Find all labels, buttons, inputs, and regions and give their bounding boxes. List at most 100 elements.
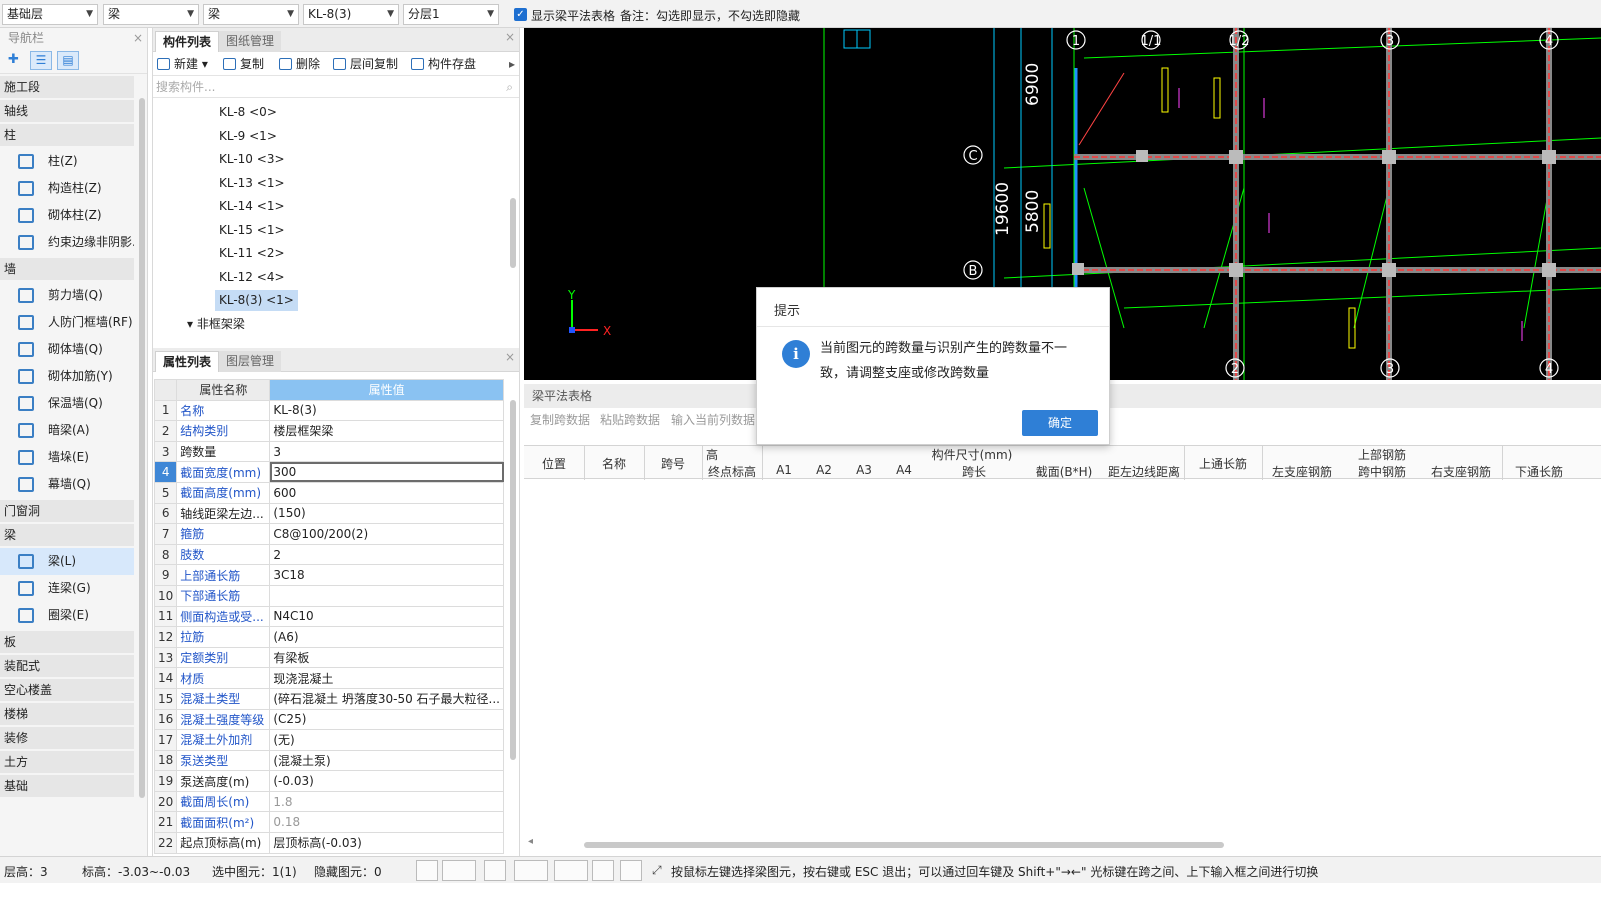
property-value[interactable]: 600 [269, 481, 504, 504]
more-icon[interactable]: ▸ [509, 56, 515, 72]
property-row[interactable]: 5 截面高度(mm) 600 [153, 481, 504, 504]
nav-item[interactable]: 砌体加筋(Y) [0, 363, 134, 390]
ortho-icon[interactable] [416, 860, 438, 881]
property-scrollbar[interactable] [510, 400, 516, 760]
list-view-icon[interactable]: ☰ [30, 51, 52, 70]
close-icon[interactable]: × [133, 28, 143, 48]
select-mode-icon[interactable] [442, 860, 476, 881]
nav-category[interactable]: 空心楼盖 [0, 679, 134, 701]
dynamic-input-icon[interactable] [592, 860, 614, 881]
property-value[interactable]: 3C18 [269, 564, 504, 586]
tab-property-list[interactable]: 属性列表 [155, 351, 220, 372]
component-search[interactable]: 搜索构件... ⌕ [153, 76, 519, 98]
show-table-label[interactable]: 显示梁平法表格 [531, 7, 615, 24]
category-select[interactable]: 梁 ▼ [103, 4, 199, 25]
tree-node[interactable]: KL-11 <2> [215, 243, 289, 264]
nav-item[interactable]: 柱(Z) [0, 148, 134, 175]
nav-item[interactable]: 梁(L) [0, 548, 134, 575]
property-value[interactable]: (混凝土泵) [269, 749, 504, 772]
nav-item[interactable]: 构造柱(Z) [0, 175, 134, 202]
property-row[interactable]: 16 混凝土强度等级 (C25) [153, 708, 504, 731]
type-select[interactable]: 梁 ▼ [203, 4, 299, 25]
nav-category[interactable]: 门窗洞 [0, 500, 134, 522]
input-column-button[interactable]: 输入当前列数据 [671, 408, 755, 432]
property-row[interactable]: 19 泵送高度(m) (-0.03) [153, 770, 504, 792]
nav-category[interactable]: 楼梯 [0, 703, 134, 725]
tree-scrollbar[interactable] [510, 198, 516, 268]
floor-select[interactable]: 基础层 ▼ [2, 4, 98, 25]
property-row[interactable]: 10 下部通长筋 [153, 584, 504, 607]
property-value[interactable]: 现浇混凝土 [269, 667, 504, 689]
property-row[interactable]: 15 混凝土类型 (碎石混凝土 坍落度30-50 石子最大粒径... [153, 687, 504, 710]
property-value[interactable]: (碎石混凝土 坍落度30-50 石子最大粒径... [269, 687, 504, 710]
nav-item[interactable]: 剪力墙(Q) [0, 282, 134, 309]
scroll-left-icon[interactable]: ◂ [528, 836, 533, 847]
nav-item[interactable]: 保温墙(Q) [0, 390, 134, 417]
nav-category[interactable]: 轴线 [0, 100, 134, 122]
property-value[interactable]: 2 [269, 543, 504, 566]
property-row[interactable]: 11 侧面构造或受... N4C10 [153, 605, 504, 628]
property-row[interactable]: 2 结构类别 楼层框架梁 [153, 420, 504, 442]
property-value[interactable]: (-0.03) [269, 770, 504, 792]
copy-span-button[interactable]: 复制跨数据 [530, 408, 590, 432]
property-value[interactable]: (C25) [269, 708, 504, 731]
pin-icon[interactable]: ✚ [8, 52, 19, 67]
property-row[interactable]: 9 上部通长筋 3C18 [153, 564, 504, 586]
search-icon[interactable]: ⌕ [506, 76, 513, 98]
tree-node[interactable]: KL-9 <1> [215, 126, 281, 147]
tree-node[interactable]: KL-10 <3> [215, 149, 289, 170]
property-row[interactable]: 14 材质 现浇混凝土 [153, 667, 504, 689]
property-value[interactable]: (无) [269, 729, 504, 751]
angle-icon[interactable] [514, 860, 548, 881]
nav-category[interactable]: 施工段 [0, 76, 134, 98]
property-value[interactable]: (150) [269, 502, 504, 525]
tab-component-list[interactable]: 构件列表 [155, 31, 220, 52]
property-value[interactable]: KL-8(3) [269, 399, 504, 422]
show-table-checkbox[interactable]: ✓ [514, 8, 527, 21]
tree-node[interactable]: KL-8(3) <1> [215, 290, 298, 311]
tab-layer-manage[interactable]: 图层管理 [219, 351, 282, 372]
close-icon[interactable]: × [505, 30, 515, 44]
property-value[interactable]: 0.18 [269, 811, 504, 834]
nav-item[interactable]: 约束边缘非阴影... [0, 229, 134, 256]
property-value[interactable]: 有梁板 [269, 646, 504, 669]
nav-category[interactable]: 板 [0, 631, 134, 653]
property-row[interactable]: 20 截面周长(m) 1.8 [153, 790, 504, 813]
ok-button[interactable]: 确定 [1022, 410, 1098, 436]
tree-node[interactable]: KL-13 <1> [215, 173, 289, 194]
property-value[interactable]: 3 [269, 440, 504, 463]
property-value[interactable]: 层顶标高(-0.03) [269, 832, 504, 854]
cross-select-icon[interactable] [484, 860, 506, 881]
new-button[interactable]: 新建 ▾ [157, 56, 208, 72]
nav-category[interactable]: 装配式 [0, 655, 134, 677]
component-select[interactable]: KL-8(3) ▼ [303, 4, 399, 25]
nav-item[interactable]: 砌体墙(Q) [0, 336, 134, 363]
nav-item[interactable]: 连梁(G) [0, 575, 134, 602]
floor-copy-button[interactable]: 层间复制 [333, 56, 398, 72]
nav-category[interactable]: 墙 [0, 258, 134, 280]
detail-view-icon[interactable]: ▤ [57, 51, 79, 70]
table-hscrollbar[interactable] [584, 842, 1224, 848]
save-component-button[interactable]: 构件存盘 [411, 56, 476, 72]
nav-category[interactable]: 梁 [0, 524, 134, 546]
property-row[interactable]: 6 轴线距梁左边... (150) [153, 502, 504, 525]
tab-drawing-manage[interactable]: 图纸管理 [219, 31, 282, 52]
property-row[interactable]: 22 起点顶标高(m) 层顶标高(-0.03) [153, 832, 504, 854]
tree-node[interactable]: KL-15 <1> [215, 220, 289, 241]
tree-node[interactable]: KL-12 <4> [215, 267, 289, 288]
copy-button[interactable]: 复制 [223, 56, 264, 72]
property-value[interactable]: 300 [269, 461, 504, 483]
nav-category[interactable]: 基础 [0, 775, 134, 797]
nav-item[interactable]: 砌体柱(Z) [0, 202, 134, 229]
property-row[interactable]: 12 拉筋 (A6) [153, 626, 504, 648]
snap-icon[interactable] [554, 860, 588, 881]
property-row[interactable]: 7 箍筋 C8@100/200(2) [153, 523, 504, 545]
delete-button[interactable]: 删除 [279, 56, 320, 72]
property-row[interactable]: 8 肢数 2 [153, 543, 504, 566]
nav-scrollbar[interactable] [139, 98, 145, 798]
property-value[interactable] [269, 584, 504, 607]
nav-category[interactable]: 装修 [0, 727, 134, 749]
property-value[interactable]: 楼层框架梁 [269, 420, 504, 442]
tree-node[interactable]: KL-14 <1> [215, 196, 289, 217]
nav-item[interactable]: 幕墙(Q) [0, 471, 134, 498]
